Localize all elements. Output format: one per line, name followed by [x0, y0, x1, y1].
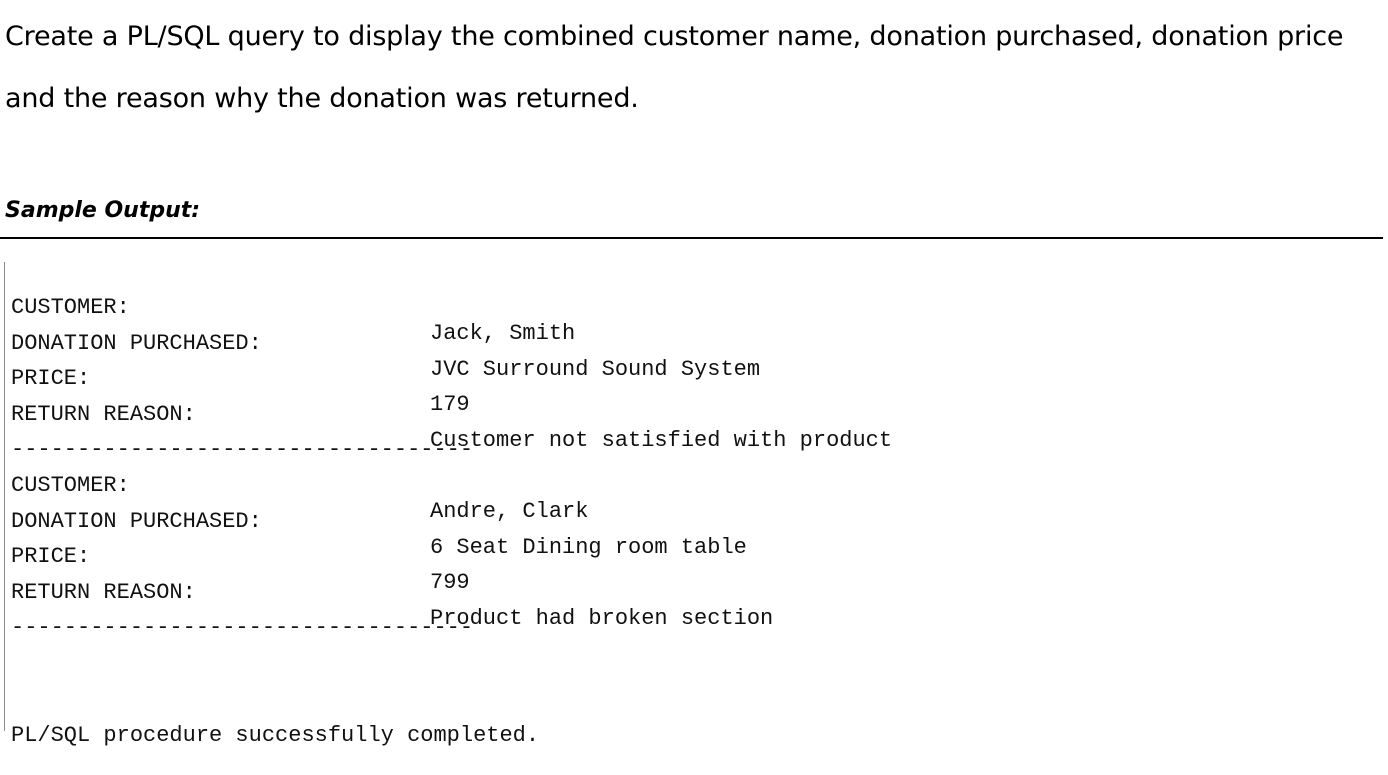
output-row-reason: RETURN REASON: Product had broken sectio… [5, 554, 1375, 631]
output-row-customer: CUSTOMER: Andre, Clark [5, 447, 1375, 524]
question-line-2: and the reason why the donation was retu… [5, 83, 639, 114]
horizontal-rule [0, 237, 1383, 239]
question-line-1: Create a PL/SQL query to display the com… [5, 21, 1344, 52]
completion-message: PL/SQL procedure successfully completed. [11, 723, 540, 748]
console-output: CUSTOMER: Jack, Smith DONATION PURCHASED… [4, 262, 1384, 748]
output-separator: ----------------------------------- [5, 411, 1375, 462]
sample-output-heading: Sample Output: [5, 198, 201, 223]
output-separator: ----------------------------------- [5, 589, 1375, 640]
question-text: Create a PL/SQL query to display the com… [5, 6, 1383, 130]
output-row-donation: DONATION PURCHASED: 6 Seat Dining room t… [5, 483, 1375, 560]
output-row-price: PRICE: 799 [5, 518, 1375, 595]
output-row-price: PRICE: 179 [5, 340, 1375, 417]
output-row-donation: DONATION PURCHASED: JVC Surround Sound S… [5, 305, 1375, 382]
output-row-reason: RETURN REASON: Customer not satisfied wi… [5, 376, 1375, 453]
completion-row: PL/SQL procedure successfully completed. [5, 697, 1375, 748]
separator-line: ----------------------------------- [11, 615, 474, 640]
output-row-customer: CUSTOMER: Jack, Smith [5, 269, 1375, 346]
